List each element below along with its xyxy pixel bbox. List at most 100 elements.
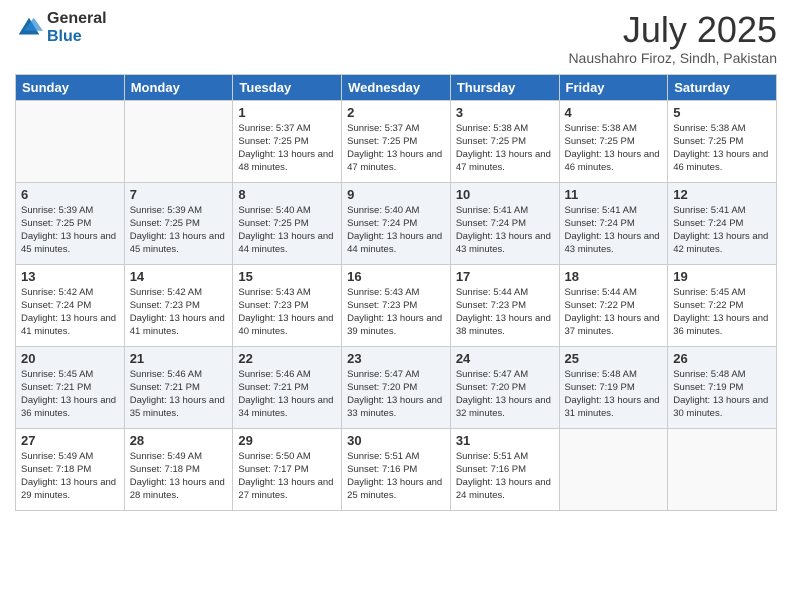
day-number: 17 <box>456 269 554 284</box>
day-number: 9 <box>347 187 445 202</box>
day-info: Sunrise: 5:51 AMSunset: 7:16 PMDaylight:… <box>456 451 551 502</box>
table-row <box>16 100 125 182</box>
week-row-5: 27 Sunrise: 5:49 AMSunset: 7:18 PMDayligh… <box>16 428 777 510</box>
table-row: 4 Sunrise: 5:38 AMSunset: 7:25 PMDaylight… <box>559 100 668 182</box>
table-row: 1 Sunrise: 5:37 AMSunset: 7:25 PMDaylight… <box>233 100 342 182</box>
day-info: Sunrise: 5:49 AMSunset: 7:18 PMDaylight:… <box>21 451 116 502</box>
day-number: 7 <box>130 187 228 202</box>
day-info: Sunrise: 5:49 AMSunset: 7:18 PMDaylight:… <box>130 451 225 502</box>
col-saturday: Saturday <box>668 74 777 100</box>
table-row <box>559 428 668 510</box>
location: Naushahro Firoz, Sindh, Pakistan <box>568 50 777 66</box>
day-number: 27 <box>21 433 119 448</box>
day-number: 29 <box>238 433 336 448</box>
day-info: Sunrise: 5:45 AMSunset: 7:22 PMDaylight:… <box>673 287 768 338</box>
table-row: 30Sunrise: 5:51 AMSunset: 7:16 PMDayligh… <box>342 428 451 510</box>
day-info: Sunrise: 5:37 AMSunset: 7:25 PMDaylight:… <box>347 123 442 174</box>
table-row: 17 Sunrise: 5:44 AMSunset: 7:23 PMDayligh… <box>450 264 559 346</box>
table-row: 23 Sunrise: 5:47 AMSunset: 7:20 PMDayligh… <box>342 346 451 428</box>
col-monday: Monday <box>124 74 233 100</box>
table-row: 22 Sunrise: 5:46 AMSunset: 7:21 PMDayligh… <box>233 346 342 428</box>
day-info: Sunrise: 5:51 AMSunset: 7:16 PMDaylight:… <box>347 451 442 502</box>
table-row: 6 Sunrise: 5:39 AMSunset: 7:25 PMDaylight… <box>16 182 125 264</box>
day-info: Sunrise: 5:42 AMSunset: 7:24 PMDaylight:… <box>21 287 116 338</box>
day-number: 23 <box>347 351 445 366</box>
calendar-header-row: Sunday Monday Tuesday Wednesday Thursday… <box>16 74 777 100</box>
day-info: Sunrise: 5:38 AMSunset: 7:25 PMDaylight:… <box>673 123 768 174</box>
day-number: 31 <box>456 433 554 448</box>
table-row: 12Sunrise: 5:41 AMSunset: 7:24 PMDayligh… <box>668 182 777 264</box>
logo-general: General <box>47 10 107 28</box>
day-info: Sunrise: 5:48 AMSunset: 7:19 PMDaylight:… <box>565 369 660 420</box>
table-row: 9 Sunrise: 5:40 AMSunset: 7:24 PMDaylight… <box>342 182 451 264</box>
table-row: 20 Sunrise: 5:45 AMSunset: 7:21 PMDayligh… <box>16 346 125 428</box>
month-year: July 2025 <box>568 10 777 50</box>
logo-text: General Blue <box>47 10 107 45</box>
day-number: 24 <box>456 351 554 366</box>
week-row-3: 13 Sunrise: 5:42 AMSunset: 7:24 PMDayligh… <box>16 264 777 346</box>
day-info: Sunrise: 5:40 AMSunset: 7:24 PMDaylight:… <box>347 205 442 256</box>
table-row: 28 Sunrise: 5:49 AMSunset: 7:18 PMDayligh… <box>124 428 233 510</box>
day-number: 22 <box>238 351 336 366</box>
day-info: Sunrise: 5:45 AMSunset: 7:21 PMDaylight:… <box>21 369 116 420</box>
table-row: 31 Sunrise: 5:51 AMSunset: 7:16 PMDayligh… <box>450 428 559 510</box>
page: General Blue July 2025 Naushahro Firoz, … <box>0 0 792 612</box>
day-number: 15 <box>238 269 336 284</box>
table-row: 25Sunrise: 5:48 AMSunset: 7:19 PMDayligh… <box>559 346 668 428</box>
day-info: Sunrise: 5:46 AMSunset: 7:21 PMDaylight:… <box>130 369 225 420</box>
day-info: Sunrise: 5:41 AMSunset: 7:24 PMDaylight:… <box>673 205 768 256</box>
day-info: Sunrise: 5:48 AMSunset: 7:19 PMDaylight:… <box>673 369 768 420</box>
day-info: Sunrise: 5:43 AMSunset: 7:23 PMDaylight:… <box>238 287 333 338</box>
col-wednesday: Wednesday <box>342 74 451 100</box>
day-number: 28 <box>130 433 228 448</box>
day-info: Sunrise: 5:39 AMSunset: 7:25 PMDaylight:… <box>21 205 116 256</box>
day-info: Sunrise: 5:41 AMSunset: 7:24 PMDaylight:… <box>456 205 551 256</box>
table-row: 10Sunrise: 5:41 AMSunset: 7:24 PMDayligh… <box>450 182 559 264</box>
col-thursday: Thursday <box>450 74 559 100</box>
day-number: 11 <box>565 187 663 202</box>
header: General Blue July 2025 Naushahro Firoz, … <box>15 10 777 66</box>
day-info: Sunrise: 5:47 AMSunset: 7:20 PMDaylight:… <box>456 369 551 420</box>
day-number: 21 <box>130 351 228 366</box>
day-number: 26 <box>673 351 771 366</box>
day-number: 14 <box>130 269 228 284</box>
calendar: Sunday Monday Tuesday Wednesday Thursday… <box>15 74 777 511</box>
table-row: 16Sunrise: 5:43 AMSunset: 7:23 PMDayligh… <box>342 264 451 346</box>
table-row: 29Sunrise: 5:50 AMSunset: 7:17 PMDayligh… <box>233 428 342 510</box>
day-info: Sunrise: 5:46 AMSunset: 7:21 PMDaylight:… <box>238 369 333 420</box>
day-number: 5 <box>673 105 771 120</box>
table-row: 19 Sunrise: 5:45 AMSunset: 7:22 PMDayligh… <box>668 264 777 346</box>
day-number: 6 <box>21 187 119 202</box>
table-row: 11 Sunrise: 5:41 AMSunset: 7:24 PMDayligh… <box>559 182 668 264</box>
table-row: 3Sunrise: 5:38 AMSunset: 7:25 PMDaylight… <box>450 100 559 182</box>
table-row: 7Sunrise: 5:39 AMSunset: 7:25 PMDaylight… <box>124 182 233 264</box>
table-row <box>668 428 777 510</box>
title-block: July 2025 Naushahro Firoz, Sindh, Pakist… <box>568 10 777 66</box>
logo-blue: Blue <box>47 28 107 46</box>
day-number: 1 <box>238 105 336 120</box>
table-row: 21 Sunrise: 5:46 AMSunset: 7:21 PMDayligh… <box>124 346 233 428</box>
col-friday: Friday <box>559 74 668 100</box>
day-info: Sunrise: 5:44 AMSunset: 7:22 PMDaylight:… <box>565 287 660 338</box>
day-number: 4 <box>565 105 663 120</box>
day-info: Sunrise: 5:37 AMSunset: 7:25 PMDaylight:… <box>238 123 333 174</box>
day-info: Sunrise: 5:47 AMSunset: 7:20 PMDaylight:… <box>347 369 442 420</box>
day-number: 8 <box>238 187 336 202</box>
day-info: Sunrise: 5:44 AMSunset: 7:23 PMDaylight:… <box>456 287 551 338</box>
table-row: 24 Sunrise: 5:47 AMSunset: 7:20 PMDayligh… <box>450 346 559 428</box>
table-row: 15 Sunrise: 5:43 AMSunset: 7:23 PMDayligh… <box>233 264 342 346</box>
day-info: Sunrise: 5:41 AMSunset: 7:24 PMDaylight:… <box>565 205 660 256</box>
day-number: 13 <box>21 269 119 284</box>
day-info: Sunrise: 5:42 AMSunset: 7:23 PMDaylight:… <box>130 287 225 338</box>
day-info: Sunrise: 5:38 AMSunset: 7:25 PMDaylight:… <box>565 123 660 174</box>
day-number: 18 <box>565 269 663 284</box>
table-row <box>124 100 233 182</box>
col-sunday: Sunday <box>16 74 125 100</box>
week-row-1: 1 Sunrise: 5:37 AMSunset: 7:25 PMDaylight… <box>16 100 777 182</box>
day-number: 20 <box>21 351 119 366</box>
day-number: 3 <box>456 105 554 120</box>
table-row: 27 Sunrise: 5:49 AMSunset: 7:18 PMDayligh… <box>16 428 125 510</box>
day-number: 2 <box>347 105 445 120</box>
day-number: 19 <box>673 269 771 284</box>
table-row: 26 Sunrise: 5:48 AMSunset: 7:19 PMDayligh… <box>668 346 777 428</box>
